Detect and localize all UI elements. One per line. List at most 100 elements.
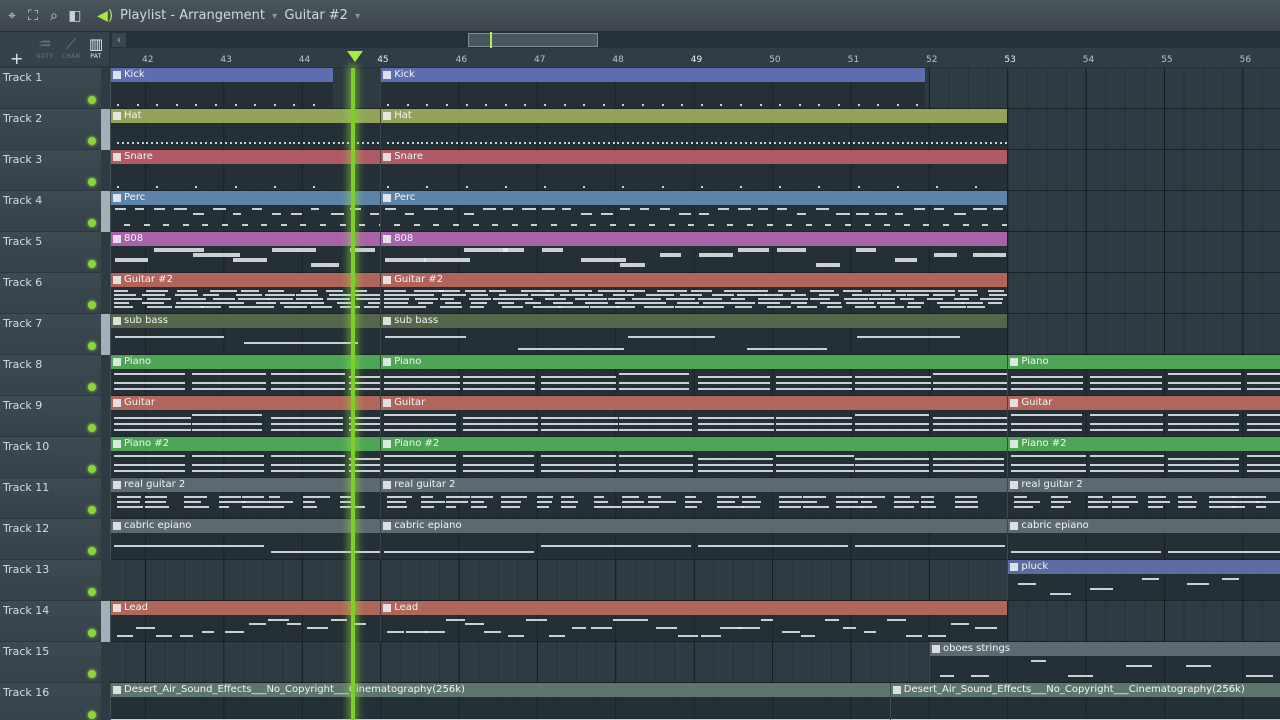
track-name[interactable]: Track 3 — [3, 153, 42, 166]
pattern-clip[interactable]: Piano — [1007, 355, 1280, 396]
track-select-strip[interactable] — [101, 191, 110, 232]
pattern-icon[interactable] — [113, 235, 121, 243]
track-name[interactable]: Track 2 — [3, 112, 42, 125]
track-select-strip[interactable] — [101, 437, 110, 478]
pattern-icon[interactable] — [1010, 440, 1019, 448]
clip-label[interactable]: pluck — [1008, 560, 1280, 574]
clip-label[interactable]: sub bass — [111, 314, 381, 328]
clip-label[interactable]: Piano #2 — [1008, 437, 1280, 451]
pattern-icon[interactable] — [113, 276, 121, 284]
pattern-clip[interactable]: Hat — [380, 109, 1008, 150]
track-name[interactable]: Track 15 — [3, 645, 49, 658]
clip-label[interactable]: Snare — [381, 150, 1008, 164]
clip-label[interactable]: Guitar — [381, 396, 1008, 410]
pattern-icon[interactable] — [1010, 399, 1019, 407]
track-mute-led[interactable] — [88, 424, 96, 432]
pattern-icon[interactable] — [383, 71, 392, 79]
clip-label[interactable]: Piano — [1008, 355, 1280, 369]
zoom-icon[interactable]: ⌕ — [46, 8, 62, 24]
track-select-strip[interactable] — [101, 232, 110, 273]
pattern-icon[interactable] — [113, 317, 121, 325]
clip-label[interactable]: Lead — [111, 601, 381, 615]
track-mute-led[interactable] — [88, 588, 96, 596]
pattern-icon[interactable] — [113, 440, 121, 448]
pattern-icon[interactable] — [383, 440, 392, 448]
track-header[interactable]: Track 4 — [0, 191, 101, 232]
track-name[interactable]: Track 14 — [3, 604, 49, 617]
track-name[interactable]: Track 1 — [3, 71, 42, 84]
pattern-icon[interactable] — [113, 194, 121, 202]
pattern-clip[interactable]: Snare — [110, 150, 381, 191]
track-header[interactable]: Track 11 — [0, 478, 101, 519]
track-name[interactable]: Track 4 — [3, 194, 42, 207]
pattern-icon[interactable] — [383, 112, 392, 120]
clip-label[interactable]: Guitar #2 — [381, 273, 1008, 287]
track-select-strip[interactable] — [101, 683, 110, 720]
pattern-icon[interactable] — [383, 522, 392, 530]
track-mute-led[interactable] — [88, 629, 96, 637]
pattern-clip[interactable]: cabric epiano — [380, 519, 1008, 560]
pattern-icon[interactable] — [1010, 563, 1019, 571]
track-select-strip[interactable] — [101, 314, 110, 355]
clip-label[interactable]: cabric epiano — [1008, 519, 1280, 533]
track-mute-led[interactable] — [88, 383, 96, 391]
pattern-icon[interactable] — [113, 358, 121, 366]
pattern-icon[interactable] — [383, 358, 392, 366]
clip-label[interactable]: Hat — [111, 109, 381, 123]
clip-label[interactable]: Kick — [111, 68, 334, 82]
track-select-strip[interactable] — [101, 519, 110, 560]
pattern-icon[interactable] — [383, 317, 392, 325]
pattern-clip[interactable]: 808 — [110, 232, 381, 273]
pattern-clip[interactable]: Guitar #2 — [110, 273, 381, 314]
track-name[interactable]: Track 12 — [3, 522, 49, 535]
chevron-down-icon[interactable]: ▾ — [272, 11, 277, 22]
snap-icon[interactable]: ◧ — [67, 8, 83, 24]
track-mute-led[interactable] — [88, 260, 96, 268]
pattern-clip[interactable]: Piano #2 — [380, 437, 1008, 478]
track-name[interactable]: Track 11 — [3, 481, 49, 494]
track-mute-led[interactable] — [88, 137, 96, 145]
pattern-icon[interactable] — [1010, 481, 1019, 489]
playhead-line[interactable] — [350, 68, 355, 720]
pattern-clip[interactable]: Lead — [110, 601, 381, 642]
track-header[interactable]: Track 16 — [0, 683, 101, 720]
clip-label[interactable]: Snare — [111, 150, 381, 164]
track-name[interactable]: Track 5 — [3, 235, 42, 248]
pattern-icon[interactable] — [383, 276, 392, 284]
scroll-left-button[interactable]: ‹ — [112, 33, 126, 47]
track-mute-led[interactable] — [88, 465, 96, 473]
song-overview[interactable] — [110, 32, 1280, 48]
title-arrangement[interactable]: Arrangement — [179, 8, 265, 23]
track-select-strip[interactable] — [101, 109, 110, 150]
pattern-icon[interactable] — [113, 71, 121, 79]
track-header[interactable]: Track 5 — [0, 232, 101, 273]
pattern-clip[interactable]: Desert_Air_Sound_Effects___No_Copyright_… — [889, 683, 1280, 720]
pattern-clip[interactable]: Hat — [110, 109, 381, 150]
pattern-icon[interactable] — [113, 112, 121, 120]
pattern-icon[interactable] — [113, 604, 121, 612]
clip-label[interactable]: Desert_Air_Sound_Effects___No_Copyright_… — [890, 683, 1280, 697]
track-select-strip[interactable] — [101, 478, 110, 519]
track-name[interactable]: Track 8 — [3, 358, 42, 371]
clip-label[interactable]: Guitar — [111, 396, 381, 410]
track-select-strip[interactable] — [101, 68, 110, 109]
track-header[interactable]: Track 9 — [0, 396, 101, 437]
pattern-icon[interactable] — [1010, 522, 1019, 530]
track-name[interactable]: Track 10 — [3, 440, 49, 453]
pattern-icon[interactable] — [383, 194, 392, 202]
chevron-down-icon[interactable]: ▾ — [355, 11, 360, 22]
pattern-icon[interactable] — [383, 399, 392, 407]
pattern-clip[interactable]: 808 — [380, 232, 1008, 273]
clip-label[interactable]: Piano — [111, 355, 381, 369]
clip-label[interactable]: 808 — [111, 232, 381, 246]
pattern-clip[interactable]: Desert_Air_Sound_Effects___No_Copyright_… — [110, 683, 890, 720]
pattern-clip[interactable]: Piano #2 — [110, 437, 381, 478]
pattern-clip[interactable]: real guitar 2 — [380, 478, 1008, 519]
pattern-clip[interactable]: pluck — [1007, 560, 1280, 601]
pattern-clip[interactable]: real guitar 2 — [1007, 478, 1280, 519]
clip-label[interactable]: cabric epiano — [111, 519, 381, 533]
track-header[interactable]: Track 7 — [0, 314, 101, 355]
pattern-clip[interactable]: Kick — [110, 68, 334, 109]
clip-label[interactable]: Piano — [381, 355, 1008, 369]
pattern-icon[interactable] — [113, 153, 121, 161]
